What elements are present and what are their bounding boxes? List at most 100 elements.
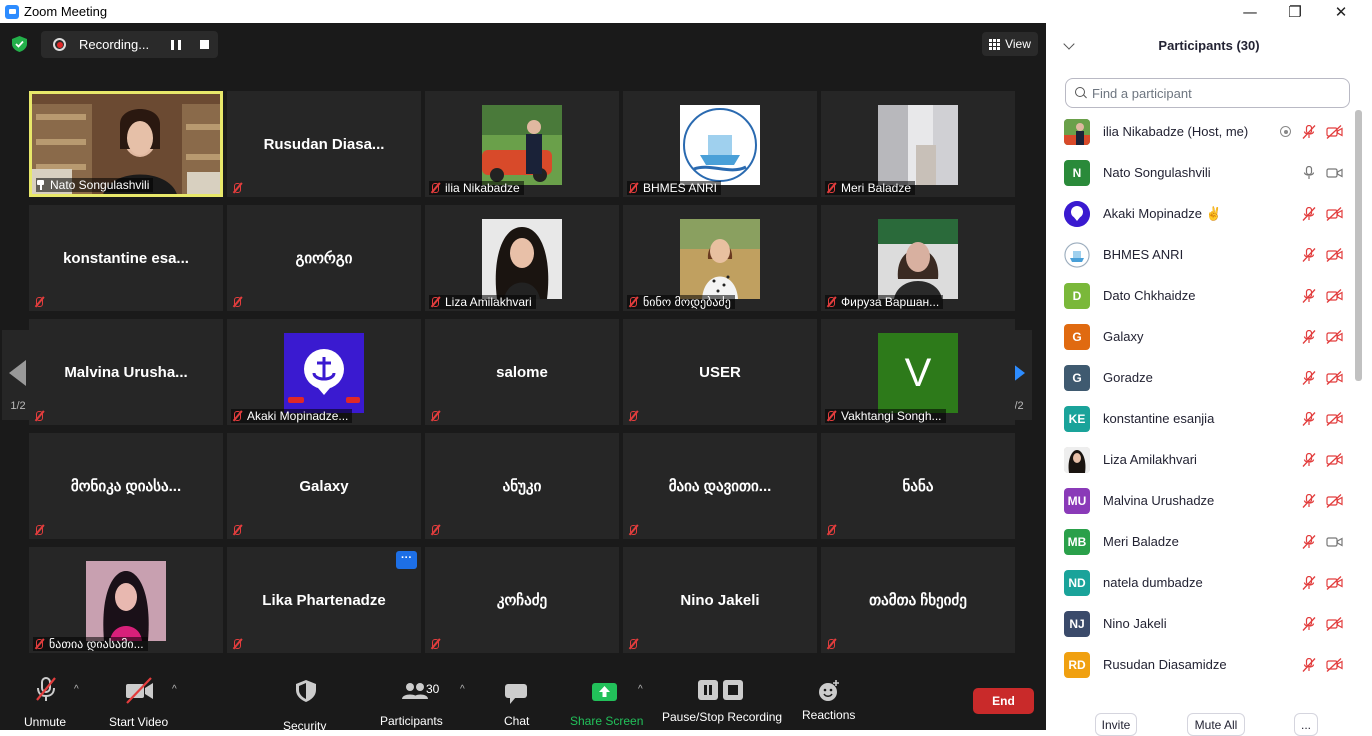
participant-row[interactable]: D Dato Chkhaidze	[1046, 275, 1356, 316]
video-tile[interactable]: ნანა	[821, 433, 1015, 539]
close-button[interactable]: ✕	[1318, 0, 1364, 23]
video-tile[interactable]: Akaki Mopinadze...	[227, 319, 421, 425]
participant-search[interactable]	[1065, 78, 1350, 108]
camera-off-icon[interactable]	[1326, 288, 1343, 303]
video-options-caret[interactable]: ^	[172, 684, 177, 695]
mute-all-button[interactable]: Mute All	[1187, 713, 1245, 736]
camera-off-icon[interactable]	[1326, 370, 1343, 385]
audio-options-caret[interactable]: ^	[74, 684, 79, 695]
video-tile[interactable]: გიორგი	[227, 205, 421, 311]
participants-options-caret[interactable]: ^	[460, 684, 465, 695]
camera-off-icon[interactable]	[1326, 329, 1343, 344]
video-tile[interactable]: salome	[425, 319, 619, 425]
microphone-muted-icon[interactable]	[1302, 206, 1316, 221]
minimize-button[interactable]: —	[1227, 0, 1273, 23]
microphone-muted-icon[interactable]	[1302, 411, 1316, 426]
video-tile[interactable]: Rusudan Diasa...	[227, 91, 421, 197]
stop-recording-button[interactable]	[200, 40, 209, 49]
tile-more-button[interactable]: ···	[396, 551, 417, 569]
participant-row[interactable]: NJ Nino Jakeli	[1046, 603, 1356, 644]
video-tile[interactable]: კოჩაძე	[425, 547, 619, 653]
video-tile[interactable]: მაია დავითი...	[623, 433, 817, 539]
tile-label	[627, 637, 647, 651]
microphone-muted-icon[interactable]	[1302, 370, 1316, 385]
camera-off-icon[interactable]	[1326, 575, 1343, 590]
share-screen-button[interactable]: Share Screen	[570, 683, 643, 728]
pause-stop-recording-button[interactable]: Pause/Stop Recording	[662, 680, 782, 724]
microphone-muted-icon[interactable]	[1302, 534, 1316, 549]
video-tile[interactable]: Liza Amilakhvari	[425, 205, 619, 311]
camera-off-icon[interactable]	[1326, 493, 1343, 508]
camera-off-icon[interactable]	[1326, 452, 1343, 467]
microphone-muted-icon[interactable]	[1302, 329, 1316, 344]
camera-off-icon[interactable]	[1326, 411, 1343, 426]
camera-icon[interactable]	[1326, 535, 1343, 549]
camera-off-icon[interactable]	[1326, 657, 1343, 672]
video-tile[interactable]: USER	[623, 319, 817, 425]
video-tile[interactable]: Meri Baladze	[821, 91, 1015, 197]
video-tile[interactable]: ilia Nikabadze	[425, 91, 619, 197]
pause-recording-button[interactable]	[171, 39, 181, 50]
security-label: Security	[283, 719, 327, 733]
participant-row[interactable]: ilia Nikabadze (Host, me)	[1046, 111, 1356, 152]
unmute-button[interactable]: Unmute	[24, 676, 68, 729]
microphone-muted-icon[interactable]	[1302, 452, 1316, 467]
participant-row[interactable]: BHMES ANRI	[1046, 234, 1356, 275]
video-tile[interactable]: ნინო მოდებაძე	[623, 205, 817, 311]
muted-mic-icon	[231, 296, 243, 308]
camera-off-icon[interactable]	[1326, 247, 1343, 262]
microphone-muted-icon[interactable]	[1302, 247, 1316, 262]
video-tile[interactable]: Malvina Urusha...	[29, 319, 223, 425]
video-tile[interactable]: Galaxy	[227, 433, 421, 539]
tile-label-name: Liza Amilakhvari	[445, 295, 532, 309]
share-options-caret[interactable]: ^	[638, 684, 643, 695]
participant-row[interactable]: G Goradze	[1046, 357, 1356, 398]
participant-row[interactable]: ND natela dumbadze	[1046, 562, 1356, 603]
camera-off-icon[interactable]	[1326, 206, 1343, 221]
microphone-muted-icon[interactable]	[1302, 616, 1316, 631]
chat-button[interactable]: Chat	[504, 684, 529, 728]
microphone-muted-icon[interactable]	[1302, 575, 1316, 590]
microphone-muted-icon[interactable]	[1302, 124, 1316, 139]
participant-row[interactable]: MB Meri Baladze	[1046, 521, 1356, 562]
start-video-button[interactable]: Start Video	[109, 676, 168, 729]
video-tile[interactable]: Lika Phartenadze ···	[227, 547, 421, 653]
microphone-icon[interactable]	[1302, 165, 1316, 180]
participant-row[interactable]: Liza Amilakhvari	[1046, 439, 1356, 480]
video-tile[interactable]: Nato Songulashvili	[29, 91, 223, 197]
video-tile[interactable]: ანუკი	[425, 433, 619, 539]
participant-row[interactable]: Akaki Mopinadze ✌	[1046, 193, 1356, 234]
muted-mic-icon	[627, 296, 639, 308]
video-tile[interactable]: Nino Jakeli	[623, 547, 817, 653]
encryption-shield-icon[interactable]	[12, 36, 27, 52]
video-tile[interactable]: BHMES ANRI	[623, 91, 817, 197]
microphone-muted-icon[interactable]	[1302, 493, 1316, 508]
end-meeting-button[interactable]: End	[973, 688, 1034, 714]
video-tile[interactable]: konstantine esa...	[29, 205, 223, 311]
security-button[interactable]: Security	[283, 680, 326, 733]
video-tile[interactable]: თამთა ჩხეიძე	[821, 547, 1015, 653]
search-input[interactable]	[1092, 85, 1342, 101]
participant-row[interactable]: G Galaxy	[1046, 316, 1356, 357]
reactions-button[interactable]: Reactions	[802, 680, 855, 722]
microphone-muted-icon[interactable]	[1302, 288, 1316, 303]
participant-row[interactable]: N Nato Songulashvili	[1046, 152, 1356, 193]
camera-off-icon[interactable]	[1326, 124, 1343, 139]
participants-scrollbar[interactable]	[1355, 110, 1362, 381]
collapse-chevron-icon[interactable]	[1063, 38, 1075, 50]
video-tile[interactable]: V Vakhtangi Songh...	[821, 319, 1015, 425]
video-tile[interactable]: მონიკა დიასა...	[29, 433, 223, 539]
participant-name: Dato Chkhaidze	[1103, 288, 1196, 303]
participant-row[interactable]: RD Rusudan Diasamidze	[1046, 644, 1356, 679]
view-button[interactable]: View	[982, 32, 1038, 56]
invite-button[interactable]: Invite	[1095, 713, 1137, 736]
video-tile[interactable]: Фируза Варшан...	[821, 205, 1015, 311]
participant-row[interactable]: MU Malvina Urushadze	[1046, 480, 1356, 521]
microphone-muted-icon[interactable]	[1302, 657, 1316, 672]
video-tile[interactable]: ნათია დიასამი...	[29, 547, 223, 653]
participant-row[interactable]: KE konstantine esanjia	[1046, 398, 1356, 439]
more-options-button[interactable]: ...	[1294, 713, 1318, 736]
restore-button[interactable]: ❐	[1272, 0, 1318, 23]
camera-off-icon[interactable]	[1326, 616, 1343, 631]
camera-icon[interactable]	[1326, 166, 1343, 180]
